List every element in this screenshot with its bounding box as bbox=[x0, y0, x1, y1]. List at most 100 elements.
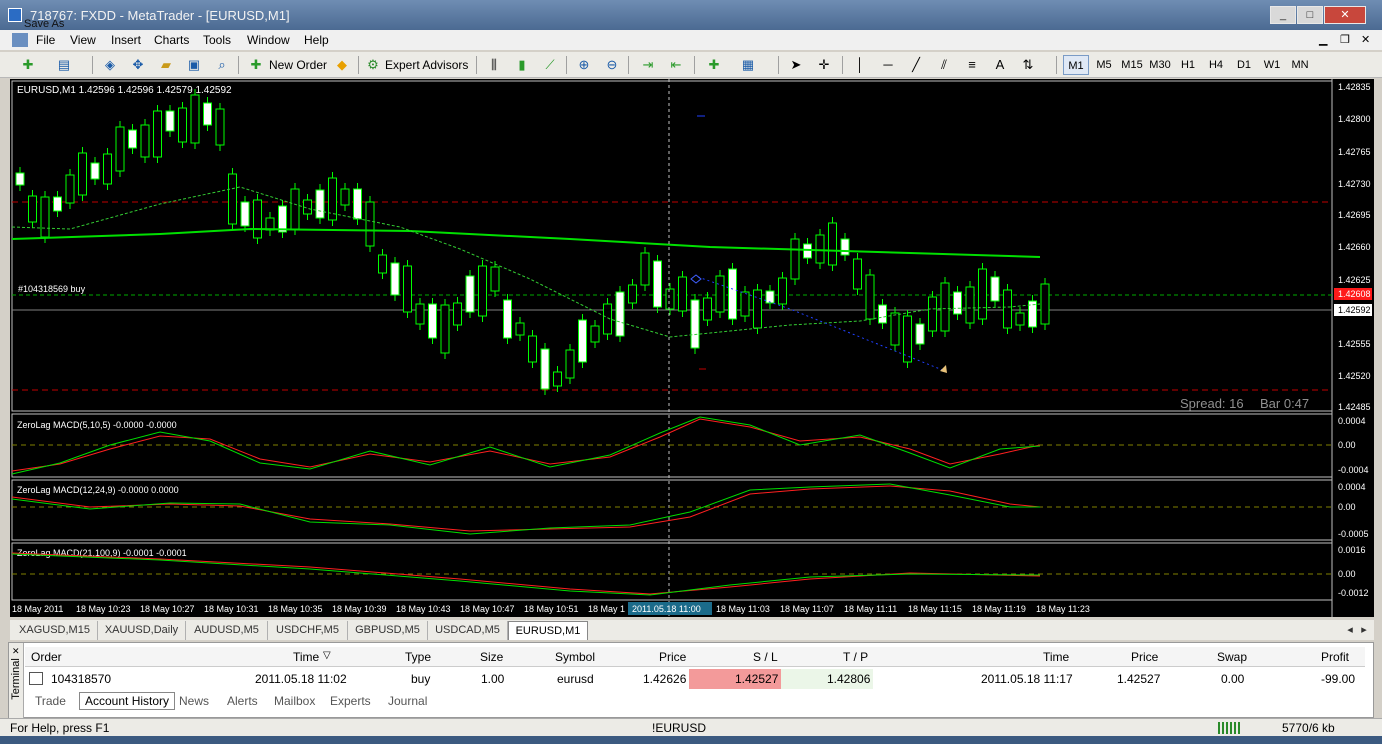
chart-area[interactable]: EURUSD,M1 1.42596 1.42596 1.42579 1.4259… bbox=[10, 79, 1374, 617]
tf-m15[interactable]: M15 bbox=[1119, 55, 1145, 75]
candle-body bbox=[765, 290, 775, 304]
folder-icon[interactable]: ▰ bbox=[158, 57, 174, 73]
tf-d1[interactable]: D1 bbox=[1231, 55, 1257, 75]
tf-w1[interactable]: W1 bbox=[1259, 55, 1285, 75]
equidistant-channel-icon[interactable]: ⫽ bbox=[936, 57, 952, 73]
menu-insert[interactable]: Insert bbox=[111, 33, 141, 47]
tab-trade[interactable]: Trade bbox=[35, 694, 66, 708]
navigator-icon[interactable]: ✥ bbox=[130, 57, 146, 73]
autoscroll-icon[interactable]: ⇥ bbox=[640, 57, 656, 73]
candle-body bbox=[415, 303, 425, 325]
tab-audusd[interactable]: AUDUSD,M5 bbox=[186, 621, 268, 640]
indicators-icon[interactable]: ✚ bbox=[706, 57, 722, 73]
tab-journal[interactable]: Journal bbox=[388, 694, 427, 708]
tf-m1[interactable]: M1 bbox=[1063, 55, 1089, 75]
col-type[interactable]: Type bbox=[405, 650, 431, 664]
terminal-close-icon[interactable]: ✕ bbox=[12, 646, 20, 657]
cell-sl: 1.42527 bbox=[735, 672, 779, 686]
col-sl[interactable]: S / L bbox=[753, 650, 778, 664]
chart-shift-icon[interactable]: ⇤ bbox=[668, 57, 684, 73]
tab-gbpusd[interactable]: GBPUSD,M5 bbox=[348, 621, 428, 640]
child-minimize-icon[interactable]: ▁ bbox=[1319, 33, 1327, 46]
trendline-icon[interactable]: ╱ bbox=[908, 57, 924, 73]
col-order[interactable]: Order bbox=[31, 650, 62, 664]
tab-eurusd[interactable]: EURUSD,M1 bbox=[508, 621, 588, 640]
tf-mn[interactable]: MN bbox=[1287, 55, 1313, 75]
col-symbol[interactable]: Symbol bbox=[555, 650, 595, 664]
line-chart-icon[interactable]: ⟋ bbox=[542, 57, 558, 73]
candle-body bbox=[503, 299, 512, 339]
sort-icon[interactable]: ▽ bbox=[323, 650, 331, 661]
tf-m30[interactable]: M30 bbox=[1147, 55, 1173, 75]
col-profit[interactable]: Profit bbox=[1321, 650, 1349, 664]
menu-charts[interactable]: Charts bbox=[154, 33, 189, 47]
col-close-price[interactable]: Price bbox=[1131, 650, 1158, 664]
candle-body bbox=[65, 174, 75, 204]
col-tp[interactable]: T / P bbox=[843, 650, 868, 664]
tf-h1[interactable]: H1 bbox=[1175, 55, 1201, 75]
maximize-button[interactable]: □ bbox=[1297, 6, 1323, 24]
doc-icon[interactable] bbox=[12, 33, 28, 47]
minimize-button[interactable]: _ bbox=[1270, 6, 1296, 24]
menu-bar: File View Insert Charts Tools Window Hel… bbox=[0, 30, 1382, 50]
menu-help[interactable]: Help bbox=[304, 33, 329, 47]
menu-window[interactable]: Window bbox=[247, 33, 290, 47]
col-size[interactable]: Size bbox=[480, 650, 503, 664]
close-button[interactable]: ✕ bbox=[1324, 6, 1366, 24]
tab-usdcad[interactable]: USDCAD,M5 bbox=[428, 621, 508, 640]
tab-xagusd[interactable]: XAGUSD,M15 bbox=[12, 621, 98, 640]
tab-mailbox[interactable]: Mailbox bbox=[274, 694, 315, 708]
tf-m5[interactable]: M5 bbox=[1091, 55, 1117, 75]
svg-text:18 May 1: 18 May 1 bbox=[588, 604, 625, 614]
tester-icon[interactable]: ⌕ bbox=[214, 57, 230, 73]
tf-h4[interactable]: H4 bbox=[1203, 55, 1229, 75]
zoom-in-icon[interactable]: ⊕ bbox=[576, 57, 592, 73]
tab-account-history[interactable]: Account History bbox=[79, 692, 176, 710]
zoom-out-icon[interactable]: ⊖ bbox=[604, 57, 620, 73]
tab-scroll-left-icon[interactable]: ◂ bbox=[1344, 621, 1356, 640]
candle-body bbox=[528, 335, 537, 363]
child-restore-icon[interactable]: ❐ bbox=[1340, 33, 1350, 46]
expert-advisors-icon[interactable]: ⚙ bbox=[365, 57, 381, 73]
col-swap[interactable]: Swap bbox=[1217, 650, 1247, 664]
profiles-icon[interactable]: ▤ bbox=[56, 57, 72, 73]
terminal-icon[interactable]: ▣ bbox=[186, 57, 202, 73]
col-price[interactable]: Price bbox=[659, 650, 686, 664]
cell-close-time: 2011.05.18 11:17 bbox=[981, 672, 1073, 686]
candle-body bbox=[1003, 289, 1012, 329]
cursor-icon[interactable]: ➤ bbox=[788, 57, 804, 73]
new-order-icon[interactable]: ✚ bbox=[248, 57, 264, 73]
new-order-button[interactable]: New Order bbox=[269, 55, 327, 75]
menu-tools[interactable]: Tools bbox=[203, 33, 231, 47]
menu-file[interactable]: File bbox=[36, 33, 55, 47]
vertical-line-icon[interactable]: │ bbox=[852, 57, 868, 73]
menu-view[interactable]: View bbox=[70, 33, 96, 47]
horizontal-line-icon[interactable]: ─ bbox=[880, 57, 896, 73]
macd-panel-2: ZeroLag MACD(12,24,9) -0.0000 0.0000 0.0… bbox=[11, 479, 1369, 541]
market-watch-icon[interactable]: ◈ bbox=[102, 57, 118, 73]
child-close-icon[interactable]: ✕ bbox=[1361, 33, 1370, 46]
tab-scroll-right-icon[interactable]: ▸ bbox=[1358, 621, 1370, 640]
text-tool-icon[interactable]: A bbox=[992, 57, 1008, 73]
tab-news[interactable]: News bbox=[179, 694, 209, 708]
svg-text:18 May 10:27: 18 May 10:27 bbox=[140, 604, 195, 614]
expert-advisors-button[interactable]: Expert Advisors bbox=[385, 55, 468, 75]
tab-usdchf[interactable]: USDCHF,M5 bbox=[268, 621, 348, 640]
candle-body bbox=[865, 274, 875, 320]
periods-icon[interactable]: ▦ bbox=[740, 57, 756, 73]
tab-alerts[interactable]: Alerts bbox=[227, 694, 258, 708]
tab-experts[interactable]: Experts bbox=[330, 694, 371, 708]
candle-body bbox=[40, 196, 50, 238]
candlestick-icon[interactable]: ▮ bbox=[514, 57, 530, 73]
fibonacci-icon[interactable]: ≡ bbox=[964, 57, 980, 73]
warning-icon[interactable]: ◆ bbox=[334, 57, 350, 73]
candle-body bbox=[678, 276, 687, 312]
col-close-time[interactable]: Time bbox=[1043, 650, 1069, 664]
tab-xauusd[interactable]: XAUUSD,Daily bbox=[98, 621, 186, 640]
crosshair-icon[interactable]: ✛ bbox=[816, 57, 832, 73]
col-time[interactable]: Time bbox=[293, 650, 319, 664]
bar-chart-icon[interactable]: ⫼ bbox=[486, 57, 502, 73]
new-chart-icon[interactable]: ✚ bbox=[20, 57, 36, 73]
arrows-icon[interactable]: ⇅ bbox=[1020, 57, 1036, 73]
table-row[interactable]: 104318570 2011.05.18 11:02 buy 1.00 euru… bbox=[25, 669, 1365, 689]
